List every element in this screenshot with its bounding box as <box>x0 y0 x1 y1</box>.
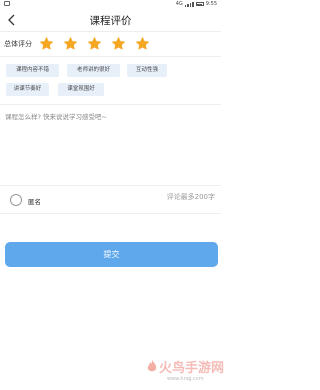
tag-pace-good[interactable]: 讲课节奏好 <box>6 83 49 96</box>
anonymous-radio[interactable] <box>10 194 22 206</box>
rating-row: 总体评分 <box>0 33 221 55</box>
page-title: 课程评价 <box>89 15 132 27</box>
tags-divider <box>0 104 221 105</box>
tag-content-good[interactable]: 课程内容不错 <box>6 64 59 77</box>
status-time: 9:55 <box>205 1 217 7</box>
anonymous-label: 匿名 <box>28 198 41 206</box>
status-indicators: 4G 9:55 <box>176 1 217 7</box>
notification-icon <box>4 1 10 6</box>
status-bar: 4G 9:55 <box>0 0 221 9</box>
signal-label: 4G <box>175 1 183 7</box>
battery-icon <box>195 2 204 6</box>
nav-bar: 课程评价 <box>0 9 221 31</box>
rating-divider <box>0 56 221 57</box>
tag-interactive[interactable]: 互动性强 <box>127 64 167 77</box>
comment-divider <box>0 185 221 186</box>
watermark-text: 火鸟手游网 <box>159 361 225 376</box>
comment-input[interactable] <box>5 111 216 181</box>
star-icon-3[interactable] <box>86 35 103 52</box>
anonymous-row: 匿名 评论最多200字 <box>0 190 221 210</box>
header-divider <box>0 31 221 32</box>
anonymous-divider <box>0 213 221 214</box>
star-icon-4[interactable] <box>110 35 127 52</box>
star-icon-2[interactable] <box>62 35 79 52</box>
watermark-url: www.hnqj.com <box>167 376 204 382</box>
flame-icon <box>147 360 157 372</box>
tag-teacher-good[interactable]: 老师讲的很好 <box>67 64 120 77</box>
tag-atmosphere-good[interactable]: 课堂氛围好 <box>58 83 104 96</box>
signal-bars-icon <box>184 1 194 7</box>
char-limit-hint: 评论最多200字 <box>166 193 215 201</box>
star-icon-5[interactable] <box>134 35 151 52</box>
star-icon-1[interactable] <box>38 35 55 52</box>
submit-button[interactable]: 提交 <box>5 242 218 267</box>
rating-label: 总体评分 <box>4 40 32 48</box>
watermark-logo: 火鸟手游网 www.hnqj.com <box>145 357 224 387</box>
